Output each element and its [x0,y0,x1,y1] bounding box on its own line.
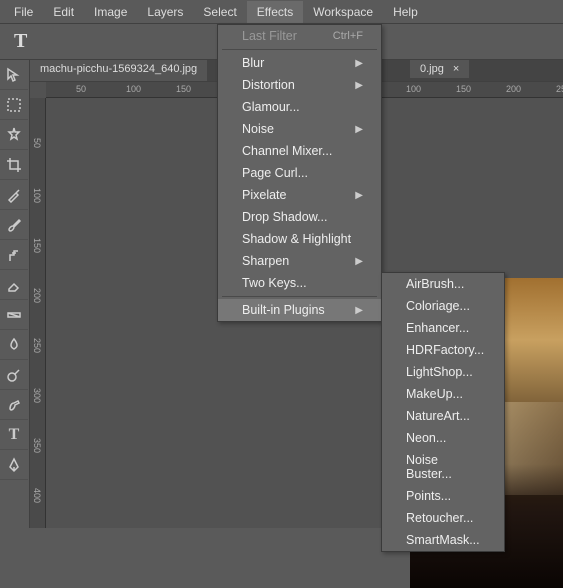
text-tool-indicator: T [8,28,33,55]
menu-layers[interactable]: Layers [137,1,193,23]
document-tab-1[interactable]: machu-picchu-1569324_640.jpg [30,60,208,81]
eyedropper-tool[interactable] [0,180,28,210]
move-tool[interactable] [0,60,28,90]
menu-item-label: HDRFactory... [406,343,484,357]
plugin-noise-buster[interactable]: Noise Buster... [382,449,504,485]
menu-item-label: Points... [406,489,451,503]
marquee-tool[interactable] [0,90,28,120]
text-tool[interactable]: T [0,420,28,450]
plugin-makeup[interactable]: MakeUp... [382,383,504,405]
tab-label: 0.jpg [420,63,444,75]
menu-item-label: Neon... [406,431,446,445]
menu-item-label: Page Curl... [242,166,308,180]
menu-item-label: Blur [242,56,264,70]
menu-item-label: LightShop... [406,365,473,379]
plugin-lightshop[interactable]: LightShop... [382,361,504,383]
menu-separator [222,49,377,50]
plugin-natureart[interactable]: NatureArt... [382,405,504,427]
menu-item-label: Built-in Plugins [242,303,325,317]
menu-item-label: Two Keys... [242,276,307,290]
menu-item-label: Noise Buster... [406,453,486,481]
menu-item-label: NatureArt... [406,409,470,423]
menu-glamour[interactable]: Glamour... [218,96,381,118]
menu-item-label: Last Filter [242,29,297,43]
menu-two-keys[interactable]: Two Keys... [218,272,381,294]
menu-distortion[interactable]: Distortion ▶ [218,74,381,96]
gradient-tool[interactable] [0,300,28,330]
menu-item-label: AirBrush... [406,277,464,291]
menu-item-label: Shadow & Highlight [242,232,351,246]
effects-dropdown: Last Filter Ctrl+F Blur ▶ Distortion ▶ Gla… [217,24,382,322]
menu-workspace[interactable]: Workspace [303,1,383,23]
menu-file[interactable]: File [4,1,43,23]
menu-builtin-plugins[interactable]: Built-in Plugins ▶ [218,299,381,321]
submenu-arrow-icon: ▶ [355,190,363,201]
plugin-airbrush[interactable]: AirBrush... [382,273,504,295]
menu-drop-shadow[interactable]: Drop Shadow... [218,206,381,228]
menu-item-label: Coloriage... [406,299,470,313]
submenu-arrow-icon: ▶ [355,305,363,316]
brush-tool[interactable] [0,210,28,240]
menu-image[interactable]: Image [84,1,137,23]
smudge-tool[interactable] [0,390,28,420]
menu-edit[interactable]: Edit [43,1,84,23]
menu-item-label: Distortion [242,78,295,92]
menu-item-label: Drop Shadow... [242,210,327,224]
dodge-tool[interactable] [0,360,28,390]
menubar: File Edit Image Layers Select Effects Wo… [0,0,563,24]
menu-noise[interactable]: Noise ▶ [218,118,381,140]
menu-item-shortcut: Ctrl+F [333,30,363,42]
submenu-arrow-icon: ▶ [355,80,363,91]
pen-tool[interactable] [0,450,28,480]
submenu-arrow-icon: ▶ [355,58,363,69]
menu-pixelate[interactable]: Pixelate ▶ [218,184,381,206]
menu-item-label: Sharpen [242,254,289,268]
toolbox: T [0,60,30,528]
submenu-arrow-icon: ▶ [355,124,363,135]
menu-separator [222,296,377,297]
menu-item-label: Channel Mixer... [242,144,332,158]
menu-blur[interactable]: Blur ▶ [218,52,381,74]
menu-item-label: MakeUp... [406,387,463,401]
ruler-vertical: 50 100 150 200 250 300 350 400 450 [30,98,46,528]
tab-close-icon[interactable]: × [453,63,459,75]
menu-help[interactable]: Help [383,1,428,23]
plugin-enhancer[interactable]: Enhancer... [382,317,504,339]
plugin-coloriage[interactable]: Coloriage... [382,295,504,317]
menu-page-curl[interactable]: Page Curl... [218,162,381,184]
wand-tool[interactable] [0,120,28,150]
menu-sharpen[interactable]: Sharpen ▶ [218,250,381,272]
menu-select[interactable]: Select [193,1,246,23]
plugin-retoucher[interactable]: Retoucher... [382,507,504,529]
menu-effects[interactable]: Effects [247,1,303,23]
clone-tool[interactable] [0,240,28,270]
plugin-neon[interactable]: Neon... [382,427,504,449]
document-tab-2[interactable]: 0.jpg × [410,60,470,78]
menu-item-label: Noise [242,122,274,136]
eraser-tool[interactable] [0,270,28,300]
menu-channel-mixer[interactable]: Channel Mixer... [218,140,381,162]
plugin-smartmask[interactable]: SmartMask... [382,529,504,551]
blur-tool[interactable] [0,330,28,360]
crop-tool[interactable] [0,150,28,180]
menu-item-label: Retoucher... [406,511,473,525]
plugins-submenu: AirBrush... Coloriage... Enhancer... HDR… [381,272,505,552]
plugin-points[interactable]: Points... [382,485,504,507]
plugin-hdrfactory[interactable]: HDRFactory... [382,339,504,361]
menu-item-label: SmartMask... [406,533,480,547]
menu-item-label: Enhancer... [406,321,469,335]
menu-shadow-highlight[interactable]: Shadow & Highlight [218,228,381,250]
menu-last-filter[interactable]: Last Filter Ctrl+F [218,25,381,47]
menu-item-label: Glamour... [242,100,300,114]
menu-item-label: Pixelate [242,188,286,202]
submenu-arrow-icon: ▶ [355,256,363,267]
